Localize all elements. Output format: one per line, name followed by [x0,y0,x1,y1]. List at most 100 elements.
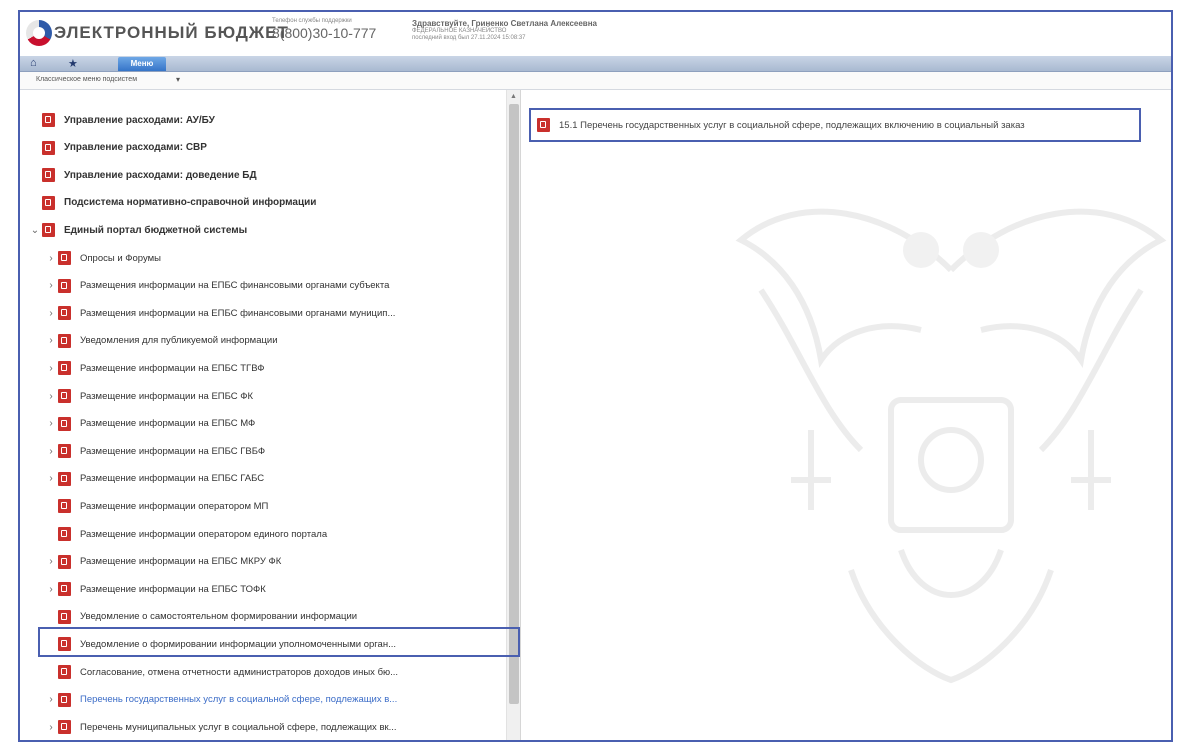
document-icon [58,251,71,265]
document-icon [58,444,71,459]
tree-item-label: Уведомления для публикуемой информации [80,335,278,347]
chevron-right-icon[interactable]: › [44,722,58,733]
tree-item-label: Уведомление о самостоятельном формирован… [80,611,358,623]
document-icon [58,416,71,431]
user-name[interactable]: Здравствуйте, Гриненко Светлана Алексеев… [412,19,597,28]
document-icon [58,333,71,348]
menu-bar: ⌂ ★ Меню [20,56,1171,72]
tree-item-label: Управление расходами: СВР [64,142,207,154]
chevron-right-icon[interactable]: › [44,473,58,484]
tree-item[interactable]: › Размещения информации на ЕПБС финансовы… [44,276,389,296]
content-pane: 15.1 Перечень государственных услуг в со… [520,90,1171,740]
tree-item[interactable]: › Перечень государственных услуг в социал… [44,690,397,710]
tree-scrollbar[interactable]: ▲ [506,90,521,740]
app-window: ЭЛЕКТРОННЫЙ БЮДЖЕТ Телефон службы поддер… [18,10,1173,742]
tree-item[interactable]: ⌄ Единый портал бюджетной системы [28,220,247,240]
chevron-right-icon[interactable]: › [44,391,58,402]
tree-item-label: Опросы и Форумы [80,252,161,264]
tree-item-label: Управление расходами: доведение БД [64,169,257,181]
chevron-right-icon[interactable]: › [44,335,58,346]
document-icon [42,195,55,210]
tree-item[interactable]: › Размещение информации на ЕПБС ТГВФ [44,358,264,378]
subsystem-tree: Управление расходами: АУ/БУ Управление ра… [20,90,520,740]
document-icon [58,527,71,541]
document-icon [42,223,55,238]
tree-item-label: Управление расходами: АУ/БУ [64,114,215,126]
chevron-down-icon[interactable]: ▾ [176,75,180,84]
chevron-right-icon[interactable]: › [44,446,58,457]
subsystem-menu-label: Классическое меню подсистем [36,76,138,83]
document-icon [58,306,71,321]
tree-item[interactable]: › Размещение информации на ЕПБС ГАБС [44,469,264,489]
document-icon [58,609,71,624]
logo-icon [26,20,52,46]
chevron-down-icon[interactable]: ⌄ [28,225,42,236]
document-icon [58,720,71,735]
tree-item[interactable]: › Размещение информации на ЕПБС ФК [44,386,253,406]
tree-item[interactable]: Уведомление о формировании информации уп… [44,634,396,654]
chevron-right-icon[interactable]: › [44,418,58,429]
tree-item[interactable]: Размещение информации оператором МП [44,496,268,516]
subsystem-menu-selector[interactable]: Классическое меню подсистем ▾ [20,72,1171,90]
tree-item[interactable]: Управление расходами: СВР [42,138,207,158]
tree-item[interactable]: Управление расходами: АУ/БУ [42,110,215,130]
home-icon[interactable]: ⌂ [30,57,37,69]
tree-item-label: Согласование, отмена отчетности админист… [80,666,399,678]
tree-item[interactable]: › Перечень муниципальных услуг в социальн… [44,717,397,737]
tree-item[interactable]: › Размещение информации на ЕПБС МКРУ ФК [44,552,281,572]
logo-text: ЭЛЕКТРОННЫЙ БЮДЖЕТ [54,23,289,42]
tree-item[interactable]: Уведомление о самостоятельном формирован… [44,607,357,627]
menu-tab[interactable]: Меню [118,57,166,71]
tree-item-label: Размещение информации на ЕПБС ТГВФ [80,362,265,374]
tree-item-label: Размещение информации оператором МП [80,500,269,512]
selected-subsystem-item[interactable]: 15.1 Перечень государственных услуг в со… [529,108,1141,142]
user-info: Здравствуйте, Гриненко Светлана Алексеев… [412,19,597,42]
chevron-right-icon[interactable]: › [44,556,58,567]
document-icon [42,140,55,155]
tree-item-label: Единый портал бюджетной системы [64,224,248,236]
tree-item[interactable]: Согласование, отмена отчетности админист… [44,662,398,682]
logo[interactable]: ЭЛЕКТРОННЫЙ БЮДЖЕТ [26,20,289,46]
document-icon [58,499,71,514]
document-icon [58,278,71,293]
document-icon [58,665,71,679]
tree-item[interactable]: › Размещение информации на ЕПБС ГВБФ [44,441,265,461]
chevron-right-icon[interactable]: › [44,280,58,291]
scroll-thumb[interactable] [509,104,519,704]
tree-item-label: Размещение информации на ЕПБС МФ [80,418,256,430]
tree-item-label: Размещение информации на ЕПБС ГАБС [80,473,265,485]
chevron-right-icon[interactable]: › [44,694,58,705]
tree-item[interactable]: Управление расходами: доведение БД [42,165,257,185]
tree-item[interactable]: › Опросы и Форумы [44,248,161,268]
document-icon [58,637,71,652]
chevron-right-icon[interactable]: › [44,253,58,264]
document-icon [537,118,550,132]
chevron-right-icon[interactable]: › [44,584,58,595]
selected-subsystem-label: 15.1 Перечень государственных услуг в со… [559,119,1025,131]
document-icon [58,582,71,597]
document-icon [58,554,71,569]
document-icon [58,692,71,707]
tree-item-label: Размещение информации на ЕПБС ГВБФ [80,445,266,457]
tree-item-label: Перечень государственных услуг в социаль… [80,694,398,706]
support-phone: 8(800)30-10-777 [272,25,377,41]
support-label: Телефон службы поддержки [272,18,352,24]
user-last-login: последний вход был 27.11.2024 15:08:37 [412,35,526,41]
app-header: ЭЛЕКТРОННЫЙ БЮДЖЕТ Телефон службы поддер… [20,12,1171,56]
tree-item[interactable]: › Уведомления для публикуемой информации [44,331,278,351]
chevron-right-icon[interactable]: › [44,308,58,319]
tree-item-label: Размещение информации оператором единого… [80,528,328,540]
tree-item[interactable]: › Размещение информации на ЕПБС ТОФК [44,579,266,599]
scroll-up-icon[interactable]: ▲ [510,93,517,100]
tree-item-label: Размещения информации на ЕПБС финансовым… [80,280,390,292]
document-icon [42,168,55,183]
tree-item-label: Размещение информации на ЕПБС ТОФК [80,583,266,595]
tree-item[interactable]: › Размещения информации на ЕПБС финансовы… [44,303,395,323]
document-icon [42,113,55,127]
chevron-right-icon[interactable]: › [44,363,58,374]
tree-item-label: Уведомление о формировании информации уп… [80,638,397,650]
tree-item[interactable]: Размещение информации оператором единого… [44,524,327,544]
tree-item[interactable]: › Размещение информации на ЕПБС МФ [44,414,255,434]
tree-item[interactable]: Подсистема нормативно-справочной информа… [42,193,316,213]
star-icon[interactable]: ★ [68,57,78,70]
